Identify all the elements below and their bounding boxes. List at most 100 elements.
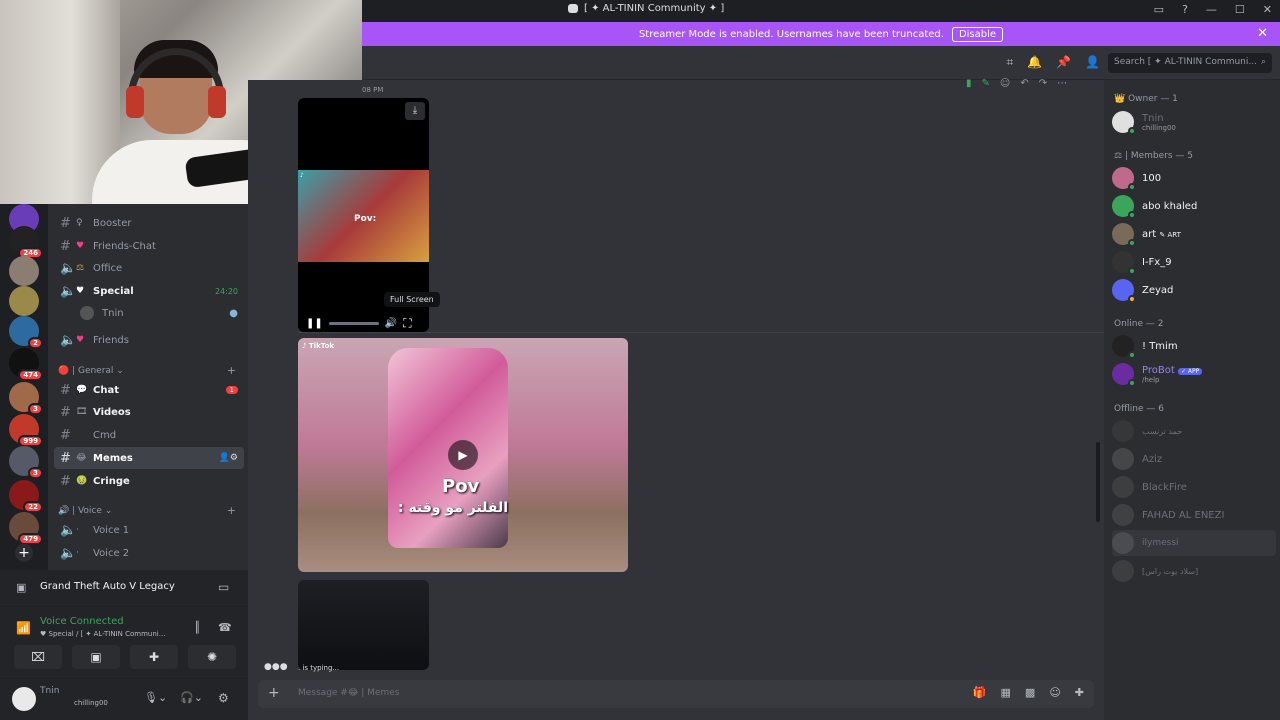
- disable-button[interactable]: Disable: [951, 26, 1004, 42]
- member-item[interactable]: BlackFire: [1112, 474, 1276, 500]
- member-name: Zeyad: [1142, 284, 1174, 296]
- channel-voice-2[interactable]: 🔈 · Voice 2: [54, 542, 244, 564]
- threads-icon[interactable]: ⌗: [1006, 55, 1013, 70]
- channel-settings-icon[interactable]: 👤⚙: [219, 453, 238, 463]
- help-icon[interactable]: ?: [1182, 3, 1188, 16]
- server-icon[interactable]: 22: [9, 480, 43, 513]
- close-window-button[interactable]: ✕: [1263, 3, 1272, 16]
- pause-icon[interactable]: ❚❚: [306, 318, 323, 329]
- server-icon[interactable]: 3: [9, 446, 43, 479]
- volume-icon[interactable]: 🔊: [385, 318, 397, 329]
- text-channel-icon: #: [60, 473, 71, 489]
- add-server-icon[interactable]: +: [15, 544, 33, 562]
- notification-bell-icon[interactable]: 🔔: [1027, 55, 1042, 70]
- channel-friends[interactable]: 🔈 ♥ Friends: [54, 329, 244, 351]
- server-icon[interactable]: 479: [9, 512, 43, 545]
- video-subject: [388, 348, 508, 548]
- activities-button[interactable]: ✚: [130, 645, 178, 669]
- screen-share-icon[interactable]: ▭: [218, 580, 229, 594]
- voice-timer: 24:20: [214, 286, 238, 296]
- add-channel-icon[interactable]: +: [227, 364, 236, 377]
- server-icon[interactable]: 246: [9, 226, 43, 259]
- camera-off-button[interactable]: ⌧: [14, 645, 62, 669]
- channel-voice-1[interactable]: 🔈 · Voice 1: [54, 519, 244, 541]
- member-item[interactable]: Aziz: [1112, 446, 1276, 472]
- voice-connection-panel: 📶 Voice Connected ♥ Special / [ ✦ AL-TIN…: [0, 606, 248, 678]
- minimize-button[interactable]: —: [1206, 3, 1217, 16]
- disconnect-icon[interactable]: ☎: [218, 621, 232, 634]
- search-input[interactable]: Search [ ✦ AL-TININ Communi... ⌕: [1108, 53, 1272, 73]
- voice-channel-name[interactable]: ♥ Special / [ ✦ AL-TININ Communi...: [40, 630, 165, 638]
- channel-chat[interactable]: # 💬 Chat 1: [54, 379, 244, 401]
- member-item[interactable]: art ✎ ART: [1112, 221, 1276, 247]
- member-item[interactable]: ProBot ✓ APP /help: [1112, 361, 1276, 387]
- server-icon[interactable]: 3: [9, 382, 43, 415]
- category-general[interactable]: 🔴 | General ⌄: [58, 366, 124, 376]
- download-icon[interactable]: ⤓: [405, 102, 425, 120]
- channel-special[interactable]: 🔈 ♥ Special 24:20: [54, 280, 244, 302]
- gif-icon[interactable]: ▦: [1001, 686, 1011, 699]
- member-item[interactable]: Zeyad: [1112, 277, 1276, 303]
- voice-user[interactable]: Tnin ●: [74, 302, 244, 324]
- message-composer[interactable]: + Message #😂 | Memes 🎁 ▦ ▩ ☺ ✚: [258, 680, 1094, 708]
- member-item[interactable]: ilymessi: [1112, 530, 1276, 556]
- channel-label: Videos: [93, 406, 131, 418]
- channel-videos[interactable]: # 🎞 Videos: [54, 401, 244, 423]
- channel-booster[interactable]: # ♀ Booster: [54, 212, 244, 234]
- avatar: [1112, 363, 1136, 387]
- fullscreen-icon[interactable]: ⛶: [403, 316, 411, 331]
- server-icon[interactable]: 2: [9, 316, 43, 349]
- video-progress-bar[interactable]: [328, 322, 379, 325]
- video-thumbnail[interactable]: ♪ TikTok ▶ Pov : الفلتر مو وقته: [298, 338, 628, 572]
- member-item[interactable]: حمد ترنسب: [1112, 418, 1276, 444]
- channel-cmd[interactable]: # Cmd: [54, 424, 244, 446]
- screen-share-button[interactable]: ▣: [72, 645, 120, 669]
- gift-icon[interactable]: 🎁: [973, 686, 987, 699]
- server-icon[interactable]: 999: [9, 414, 43, 447]
- apps-icon[interactable]: ✚: [1075, 686, 1084, 699]
- headphones-icon[interactable]: 🎧⌄: [180, 691, 203, 704]
- sticker-icon[interactable]: ▩: [1025, 686, 1035, 699]
- app-icon[interactable]: ✎: [982, 78, 990, 89]
- member-item[interactable]: abo khaled: [1112, 193, 1276, 219]
- microphone-icon[interactable]: 🎙⌄: [144, 691, 167, 704]
- avatar: [1112, 251, 1136, 275]
- reaction-icon[interactable]: ☺: [1000, 78, 1010, 89]
- app-icon[interactable]: ▮: [966, 78, 972, 89]
- member-list-icon[interactable]: 👤: [1085, 55, 1100, 70]
- group-header-owner: 👑 Owner — 1: [1114, 94, 1178, 104]
- text-channel-icon: #: [60, 238, 71, 254]
- channel-cringe[interactable]: # 🤢 Cringe: [54, 470, 244, 492]
- video-thumbnail[interactable]: [298, 580, 429, 670]
- settings-gear-icon[interactable]: ⚙: [218, 691, 229, 705]
- channel-friends-chat[interactable]: # ♥ Friends-Chat: [54, 235, 244, 257]
- emoji-icon[interactable]: ☺: [1049, 686, 1060, 699]
- tiktok-logo-icon: ♪: [300, 172, 304, 179]
- member-item[interactable]: ! Tmim: [1112, 333, 1276, 359]
- member-item[interactable]: [سلاد يوت راس]: [1112, 558, 1276, 584]
- maximize-button[interactable]: ☐: [1235, 3, 1245, 16]
- server-icon[interactable]: 474: [9, 348, 43, 381]
- play-icon[interactable]: ▶: [448, 440, 478, 470]
- more-icon[interactable]: ⋯: [1057, 78, 1067, 89]
- noise-suppression-icon[interactable]: ║: [194, 621, 201, 634]
- inbox-icon[interactable]: ▭: [1154, 3, 1164, 16]
- forward-icon[interactable]: ↷: [1039, 78, 1047, 89]
- close-banner-icon[interactable]: ✕: [1257, 26, 1268, 41]
- add-channel-icon[interactable]: +: [227, 504, 236, 517]
- member-item[interactable]: I-Fx_9: [1112, 249, 1276, 275]
- add-attachment-icon[interactable]: +: [268, 685, 280, 701]
- channel-office[interactable]: 🔈 ⚖ Office: [54, 257, 244, 279]
- category-voice[interactable]: 🔊 | Voice ⌄: [58, 506, 112, 516]
- member-item[interactable]: Tnin chilling00: [1112, 109, 1276, 135]
- scrollbar[interactable]: [1096, 442, 1100, 522]
- server-icon[interactable]: [9, 256, 39, 286]
- soundboard-button[interactable]: ✺: [188, 645, 236, 669]
- avatar[interactable]: [12, 687, 36, 711]
- reply-icon[interactable]: ↶: [1020, 78, 1028, 89]
- channel-memes[interactable]: # 😂 Memes 👤⚙: [54, 447, 244, 469]
- pin-icon[interactable]: 📌: [1056, 55, 1071, 70]
- member-item[interactable]: FAHAD AL ENEZI: [1112, 502, 1276, 528]
- server-icon[interactable]: [9, 286, 39, 316]
- member-item[interactable]: 100: [1112, 165, 1276, 191]
